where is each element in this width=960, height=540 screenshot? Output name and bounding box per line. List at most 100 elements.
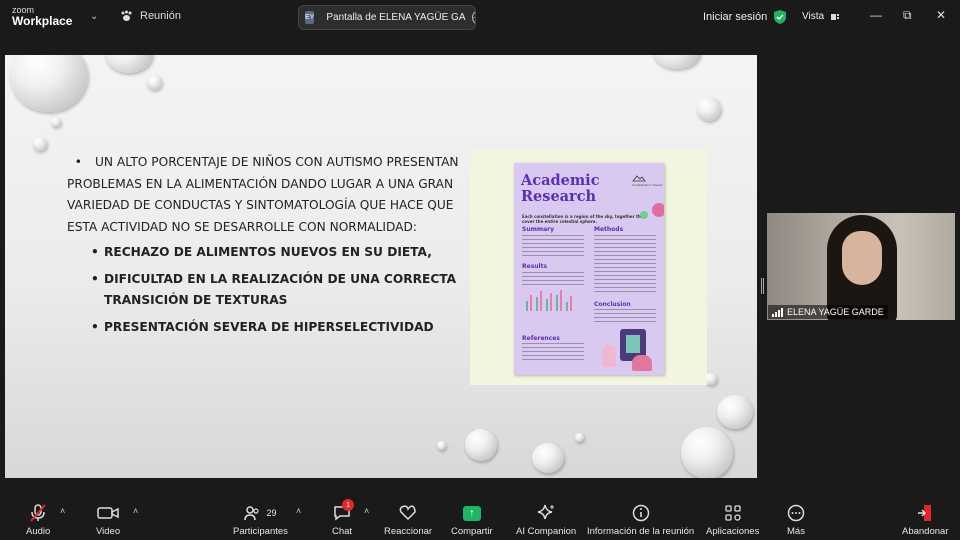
panel-resize-handle[interactable]	[761, 278, 764, 294]
participants-icon	[244, 506, 260, 521]
participant-face	[842, 231, 882, 285]
participants-label: Participantes	[233, 526, 288, 537]
view-grid-icon	[831, 13, 840, 20]
top-bar: zoom Workplace ⌄ Reunión EY Pantalla de …	[0, 0, 960, 34]
video-button[interactable]: Video	[96, 503, 120, 537]
poster-body-text	[522, 272, 584, 286]
water-drop	[51, 117, 61, 127]
water-drop	[575, 433, 584, 442]
poster-logo: Constellation Dream	[632, 174, 663, 187]
video-options-caret[interactable]: ˄	[133, 506, 138, 516]
poster-body-text	[594, 309, 656, 323]
more-icon	[787, 504, 805, 522]
participants-options-caret[interactable]: ˄	[296, 506, 301, 516]
participant-name: ELENA YAGÜE GARDE	[787, 307, 884, 317]
microphone-muted-icon	[30, 504, 46, 522]
sub-bullet-list: RECHAZO DE ALIMENTOS NUEVOS EN SU DIETA,…	[67, 242, 467, 338]
audio-label: Audio	[26, 526, 51, 537]
apps-label: Aplicaciones	[706, 526, 760, 537]
chat-unread-badge: 1	[342, 499, 355, 511]
login-link[interactable]: Iniciar sesión	[703, 11, 767, 23]
paw-icon	[121, 10, 132, 21]
main-bullet-text: UN ALTO PORCENTAJE DE NIÑOS CON AUTISMO …	[67, 155, 459, 234]
water-drop	[697, 97, 721, 121]
restore-icon[interactable]: ⧉	[903, 8, 912, 23]
chevron-down-icon[interactable]: ⌄	[90, 11, 98, 22]
ai-companion-button[interactable]: AI Companion	[516, 503, 576, 537]
chat-options-caret[interactable]: ˄	[364, 506, 369, 516]
react-label: Reaccionar	[384, 526, 433, 537]
chat-label: Chat	[332, 526, 353, 537]
water-drop	[532, 443, 564, 473]
water-drop	[147, 75, 162, 90]
shield-check-icon[interactable]	[773, 9, 787, 25]
water-drop	[437, 441, 446, 450]
signal-icon	[772, 307, 783, 317]
chat-button[interactable]: 1 Chat	[332, 499, 355, 537]
participant-video[interactable]: ELENA YAGÜE GARDE	[767, 213, 955, 320]
sparkle-icon	[537, 504, 555, 520]
poster-decoration	[652, 203, 664, 217]
screen-share-indicator[interactable]: EY Pantalla de ELENA YAGÜE GA ···	[298, 5, 476, 30]
poster-illustration	[602, 325, 657, 373]
poster-subtitle: Each constellation is a region of the sk…	[522, 214, 647, 224]
poster-body-text	[594, 235, 656, 295]
leave-button[interactable]: Abandonar	[902, 503, 948, 537]
participants-count: 29	[266, 508, 277, 518]
video-label: Video	[96, 526, 121, 537]
ai-companion-label: AI Companion	[516, 526, 577, 537]
water-drop	[681, 427, 733, 478]
view-button[interactable]: Vista	[802, 11, 840, 22]
water-drop	[653, 55, 701, 69]
share-title: Pantalla de ELENA YAGÜE GA	[326, 12, 466, 23]
academic-research-poster: Academic Research Constellation Dream Ea…	[514, 163, 664, 375]
sharer-avatar: EY	[305, 11, 315, 24]
meeting-info-label: Información de la reunión	[587, 526, 695, 537]
participant-name-tag: ELENA YAGÜE GARDE	[768, 305, 888, 319]
share-button[interactable]: ↑ Compartir	[451, 503, 493, 537]
more-button[interactable]: Más	[787, 503, 805, 537]
info-icon	[632, 504, 649, 522]
sub-bullet: PRESENTACIÓN SEVERA DE HIPERSELECTIVIDAD	[67, 317, 467, 339]
meeting-info-button[interactable]: Información de la reunión	[587, 503, 694, 537]
share-screen-icon: ↑	[462, 505, 481, 521]
apps-button[interactable]: Aplicaciones	[706, 503, 759, 537]
react-button[interactable]: Reaccionar	[384, 503, 432, 537]
poster-body-text	[522, 343, 584, 363]
water-drop	[465, 429, 497, 461]
participants-button[interactable]: 29 Participantes	[233, 503, 288, 537]
poster-logo-text: Constellation Dream	[632, 183, 663, 187]
poster-heading-summary: Summary	[522, 226, 555, 233]
logo-line-2: Workplace	[12, 14, 73, 28]
water-drop	[10, 55, 88, 112]
sub-bullet: DIFICULTAD EN LA REALIZACIÓN DE UNA CORR…	[67, 269, 467, 312]
poster-heading-conclusion: Conclusion	[594, 301, 631, 308]
minimize-icon[interactable]: —	[870, 8, 882, 22]
audio-options-caret[interactable]: ˄	[60, 506, 65, 516]
close-icon[interactable]: ✕	[936, 8, 946, 22]
poster-heading-references: References	[522, 335, 560, 342]
poster-heading-methods: Methods	[594, 226, 624, 233]
share-label: Compartir	[451, 526, 493, 537]
poster-decoration	[640, 211, 648, 219]
water-drop	[105, 55, 153, 73]
leave-door-icon	[918, 505, 932, 521]
poster-bar-chart	[524, 289, 582, 311]
water-drop	[717, 395, 753, 429]
heart-icon	[399, 505, 416, 521]
water-drop	[33, 137, 47, 151]
meeting-menu[interactable]: Reunión	[120, 10, 181, 22]
poster-title: Academic Research	[521, 172, 600, 205]
audio-button[interactable]: Audio	[26, 503, 50, 537]
leave-label: Abandonar	[902, 526, 949, 537]
slide-text: • UN ALTO PORCENTAJE DE NIÑOS CON AUTISMO…	[67, 152, 467, 343]
mountain-icon	[632, 175, 646, 182]
video-camera-icon	[97, 507, 119, 519]
shared-slide: • UN ALTO PORCENTAJE DE NIÑOS CON AUTISMO…	[5, 55, 757, 478]
poster-heading-results: Results	[522, 263, 548, 270]
sub-bullet: RECHAZO DE ALIMENTOS NUEVOS EN SU DIETA,	[67, 242, 467, 264]
meeting-toolbar: Audio ˄ Video ˄ 29 Participantes ˄ 1 Cha…	[0, 497, 960, 540]
zoom-logo[interactable]: zoom Workplace	[12, 5, 72, 27]
more-options-icon[interactable]: ···	[471, 11, 475, 24]
poster-body-text	[522, 235, 584, 259]
